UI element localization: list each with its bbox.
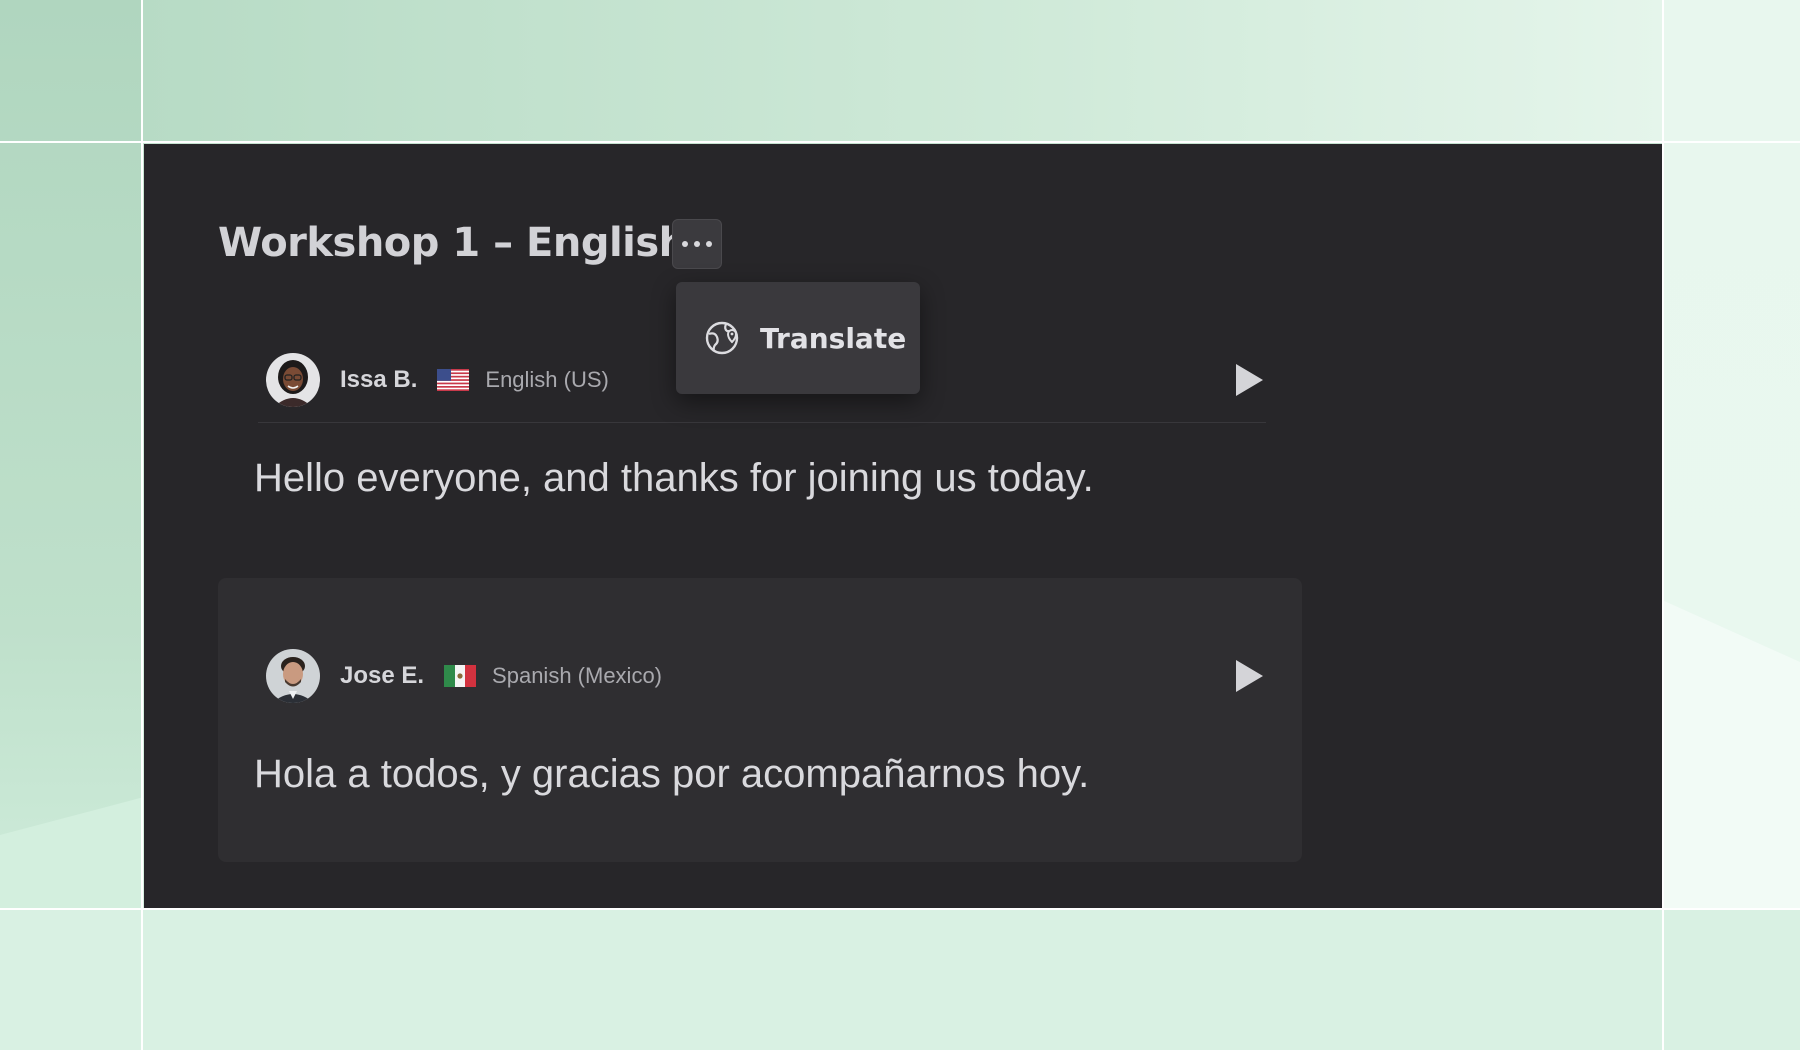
message-text: Hola a todos, y gracias por acompañarnos… [254, 752, 1090, 796]
more-options-menu: Translate [676, 282, 920, 394]
us-flag-icon [437, 369, 470, 391]
language-label: Spanish (Mexico) [492, 663, 662, 688]
grid-line [141, 0, 143, 1050]
message-header: Jose E. Spanish (Mexico) [266, 648, 1266, 704]
transcript-message: Jose E. Spanish (Mexico) Hola a todos, y… [218, 578, 1302, 862]
play-icon [1236, 364, 1263, 396]
grid-line [0, 908, 1800, 910]
avatar [266, 353, 320, 407]
menu-item-translate[interactable]: Translate [704, 320, 906, 356]
background-bottom [0, 910, 1800, 1050]
grid-line [1662, 0, 1664, 1050]
more-dot-icon [682, 241, 688, 247]
play-button[interactable] [1232, 657, 1266, 695]
mexico-flag-icon [444, 665, 477, 687]
more-dot-icon [706, 241, 712, 247]
more-options-button[interactable] [672, 219, 722, 269]
play-button[interactable] [1232, 361, 1266, 399]
speaker-name: Jose E. [340, 662, 425, 689]
message-text: Hello everyone, and thanks for joining u… [254, 456, 1094, 500]
avatar [266, 649, 320, 703]
play-icon [1236, 660, 1263, 692]
divider [258, 422, 1266, 423]
globe-icon [705, 321, 739, 355]
speaker-name: Issa B. [340, 366, 418, 393]
title-row: Workshop 1 – English [218, 216, 687, 270]
more-dot-icon [694, 241, 700, 247]
background-top [142, 0, 1662, 142]
grid-line [0, 141, 1800, 143]
transcript-panel: Workshop 1 – English Issa B. English (US… [144, 144, 1662, 908]
page-title: Workshop 1 – English [218, 220, 687, 266]
language-label: English (US) [485, 367, 609, 392]
menu-item-label: Translate [760, 321, 907, 355]
